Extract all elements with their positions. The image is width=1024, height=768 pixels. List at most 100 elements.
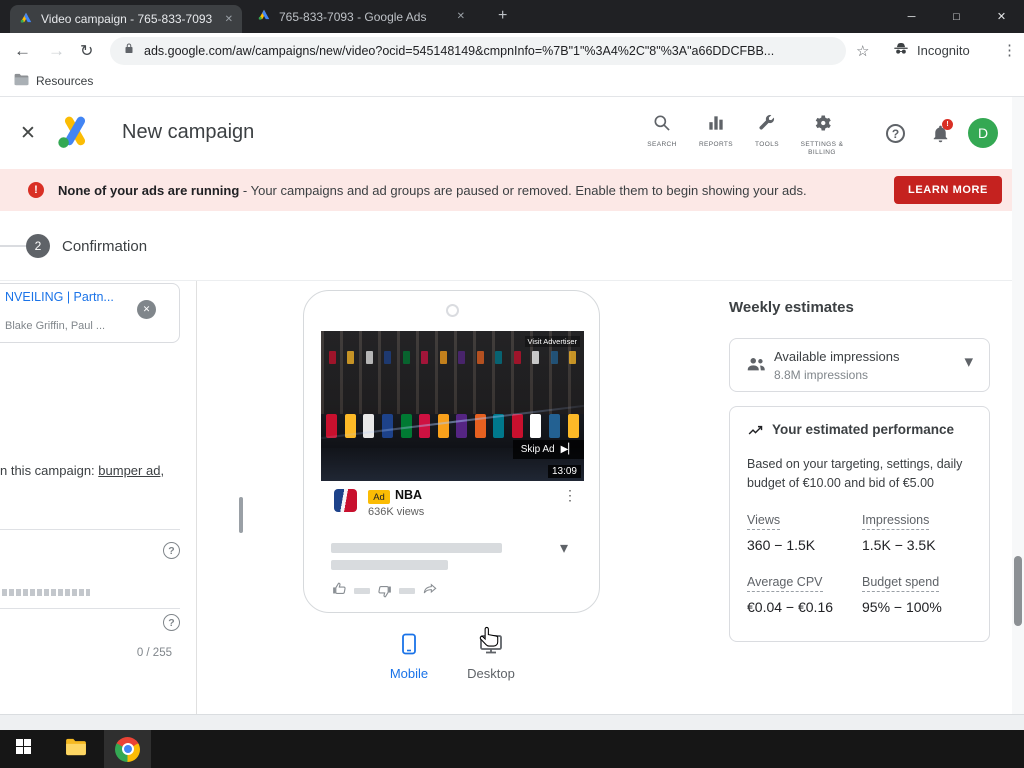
alert-text: None of your ads are running - Your camp… bbox=[58, 183, 807, 198]
nav-reports[interactable]: REPORTS bbox=[690, 113, 742, 149]
note-prefix: n this campaign: bbox=[0, 463, 99, 478]
mobile-toggle[interactable]: Mobile bbox=[379, 633, 439, 681]
bell-icon bbox=[930, 125, 951, 148]
chevron-down-icon[interactable]: ▾ bbox=[560, 538, 568, 558]
stepper-connector bbox=[0, 245, 26, 247]
thumbs-up-icon[interactable] bbox=[331, 580, 348, 602]
close-campaign-icon[interactable]: ✕ bbox=[20, 122, 36, 145]
hanging-jersey bbox=[384, 350, 392, 364]
preview-scrollbar-thumb[interactable] bbox=[239, 497, 243, 533]
folder-icon bbox=[14, 73, 29, 89]
video-subtitle: Blake Griffin, Paul ... bbox=[5, 320, 106, 332]
metric-label[interactable]: Impressions bbox=[862, 513, 930, 530]
video-actions-row bbox=[331, 580, 439, 602]
page-scrollbar-thumb[interactable] bbox=[1014, 556, 1022, 626]
bookmark-resources[interactable]: Resources bbox=[14, 73, 93, 89]
estimated-performance-card: Your estimated performance Based on your… bbox=[729, 406, 990, 642]
metric-average-cpv: Average CPV €0.04 − €0.16 bbox=[747, 573, 859, 615]
hand-cursor bbox=[477, 625, 503, 656]
browser-tab-inactive[interactable]: 765-833-7093 - Google Ads ✕ bbox=[248, 0, 474, 33]
metric-label[interactable]: Views bbox=[747, 513, 781, 530]
browser-tab-active[interactable]: Video campaign - 765-833-7093 ✕ bbox=[10, 5, 242, 33]
hanging-jersey bbox=[365, 350, 373, 364]
metric-views: Views 360 − 1.5K bbox=[747, 511, 859, 553]
window-close-icon[interactable]: ✕ bbox=[979, 0, 1024, 33]
google-ads-favicon bbox=[257, 8, 271, 25]
incognito-badge: Incognito bbox=[892, 40, 970, 61]
view-count: 636K views bbox=[368, 506, 425, 518]
chrome-taskbar-button[interactable] bbox=[104, 730, 151, 768]
tab-close-icon[interactable]: ✕ bbox=[225, 14, 233, 25]
metric-label[interactable]: Average CPV bbox=[747, 575, 823, 592]
video-link[interactable]: NVEILING | Partn... bbox=[5, 290, 127, 304]
available-impressions-card[interactable]: Available impressions 8.8M impressions ▾ bbox=[729, 338, 990, 392]
bumper-ad-link[interactable]: bumper ad bbox=[98, 463, 160, 478]
chrome-icon bbox=[115, 736, 140, 762]
nav-search[interactable]: SEARCH bbox=[636, 113, 688, 149]
alert-banner: ! None of your ads are running - Your ca… bbox=[0, 169, 1024, 211]
impressions-label: Available impressions bbox=[774, 349, 900, 364]
tab-title: Video campaign - 765-833-7093 bbox=[41, 12, 213, 26]
campaign-note: n this campaign: bumper ad, bbox=[0, 463, 190, 478]
nav-settings-billing[interactable]: SETTINGS & BILLING bbox=[792, 113, 852, 158]
browser-menu-icon[interactable]: ⋮ bbox=[1002, 41, 1017, 59]
hanging-jersey bbox=[421, 350, 429, 364]
player-jersey bbox=[549, 413, 560, 438]
char-counter: 0 / 255 bbox=[136, 647, 172, 659]
player-jersey bbox=[326, 413, 338, 438]
selected-video-card: NVEILING | Partn... Blake Griffin, Paul … bbox=[0, 283, 180, 343]
nav-reports-label: REPORTS bbox=[698, 141, 734, 148]
field-help-icon[interactable]: ? bbox=[163, 542, 180, 559]
skeleton-bar bbox=[331, 543, 502, 553]
remove-video-button[interactable]: ✕ bbox=[137, 300, 156, 319]
share-icon[interactable] bbox=[421, 581, 439, 602]
new-tab-button[interactable]: + bbox=[498, 7, 507, 25]
forward-icon[interactable]: → bbox=[48, 41, 65, 61]
note-suffix: , bbox=[160, 463, 165, 478]
nav-tools[interactable]: TOOLS bbox=[741, 113, 793, 149]
back-icon[interactable]: ← bbox=[14, 41, 31, 61]
kebab-menu-icon[interactable]: ⋮ bbox=[563, 487, 577, 504]
people-icon bbox=[745, 353, 767, 380]
window-minimize-icon[interactable]: ─ bbox=[889, 0, 934, 33]
address-bar[interactable]: ads.google.com/aw/campaigns/new/video?oc… bbox=[110, 37, 846, 65]
search-icon bbox=[652, 115, 672, 137]
hanging-jersey bbox=[476, 350, 484, 364]
file-explorer-icon bbox=[65, 738, 87, 761]
windows-logo-icon bbox=[16, 739, 31, 759]
file-explorer-button[interactable] bbox=[52, 730, 99, 768]
video-player-preview[interactable]: Visit Advertiser Skip Ad ▶▏ 13:09 bbox=[321, 331, 584, 481]
expand-chevron-icon[interactable]: ▾ bbox=[964, 352, 973, 372]
impressions-value: 8.8M impressions bbox=[774, 368, 869, 382]
skip-ad-button[interactable]: Skip Ad ▶▏ bbox=[512, 440, 584, 459]
google-ads-logo bbox=[56, 114, 94, 155]
channel-avatar bbox=[334, 489, 357, 512]
nav-search-label: SEARCH bbox=[647, 141, 677, 148]
metric-value: €0.04 − €0.16 bbox=[747, 599, 834, 615]
learn-more-button[interactable]: LEARN MORE bbox=[894, 176, 1002, 204]
player-jersey bbox=[530, 413, 542, 438]
window-maximize-icon[interactable]: □ bbox=[934, 0, 979, 33]
visit-advertiser-label[interactable]: Visit Advertiser bbox=[524, 336, 580, 347]
avatar[interactable]: D bbox=[968, 118, 998, 148]
reload-icon[interactable]: ↻ bbox=[80, 41, 93, 61]
metric-value: 360 − 1.5K bbox=[747, 537, 816, 553]
mobile-phone-icon bbox=[399, 633, 419, 659]
ads-header: ✕ New campaign SEARCH REPORTS TOOLS SETT… bbox=[0, 97, 1024, 169]
google-ads-favicon bbox=[19, 11, 33, 28]
field-underline bbox=[0, 529, 180, 530]
bookmark-star-icon[interactable]: ☆ bbox=[856, 42, 869, 60]
start-button[interactable] bbox=[0, 730, 47, 768]
desktop: Video campaign - 765-833-7093 ✕ 765-833-… bbox=[0, 0, 1024, 768]
help-icon[interactable]: ? bbox=[886, 124, 905, 143]
field-help-icon[interactable]: ? bbox=[163, 614, 180, 631]
tab-close-icon[interactable]: ✕ bbox=[457, 11, 465, 22]
trending-icon bbox=[746, 422, 765, 444]
alert-icon: ! bbox=[28, 182, 44, 198]
thumbs-down-icon[interactable] bbox=[376, 583, 393, 600]
phone-camera-dot bbox=[446, 304, 459, 317]
notifications-bell[interactable]: ! bbox=[930, 119, 953, 149]
step-label[interactable]: Confirmation bbox=[62, 238, 147, 255]
metric-label[interactable]: Budget spend bbox=[862, 575, 940, 592]
metric-impressions: Impressions 1.5K − 3.5K bbox=[862, 511, 974, 553]
